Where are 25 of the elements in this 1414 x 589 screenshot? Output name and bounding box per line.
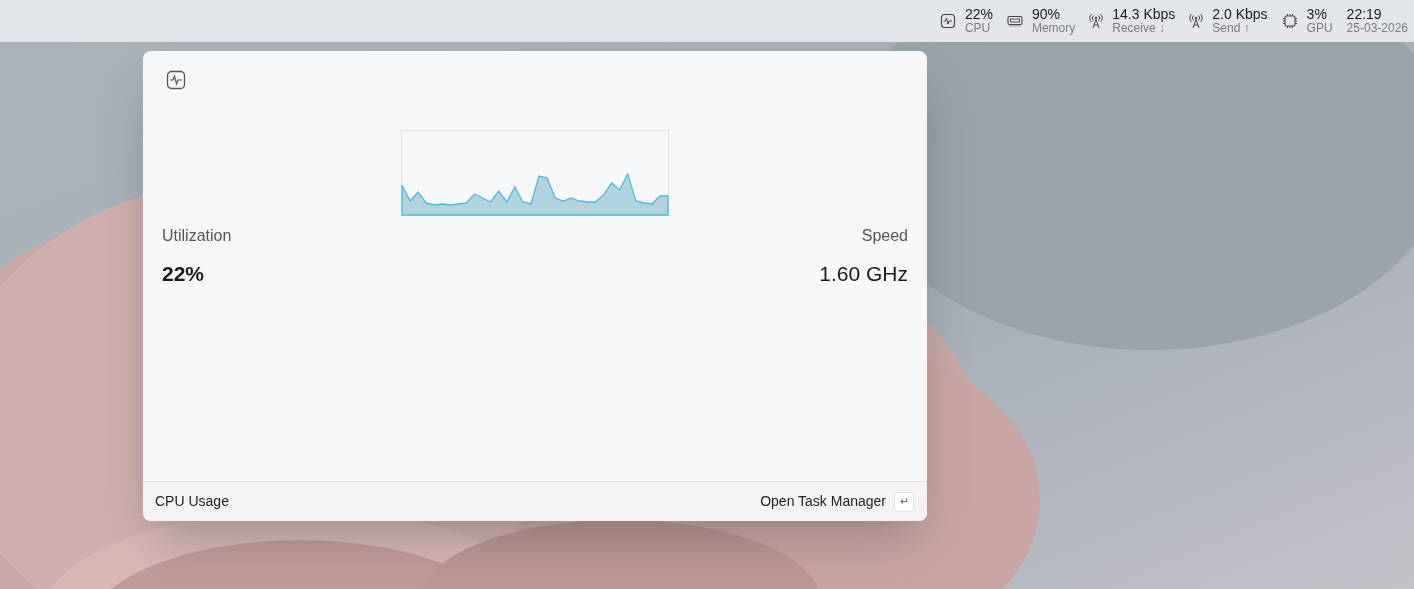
clock-time: 22:19 (1346, 6, 1383, 23)
antenna-icon (1089, 13, 1104, 29)
stat-label: Receive ↓ (1112, 22, 1165, 36)
antenna-icon (1189, 13, 1204, 29)
footer-title: CPU Usage (155, 492, 229, 511)
chip-icon (1281, 13, 1298, 29)
open-task-manager-link[interactable]: Open Task Manager (760, 491, 886, 512)
stat-label: Utilization (162, 226, 232, 246)
stat-label: Memory (1031, 22, 1076, 36)
stat-label: CPU (964, 22, 992, 36)
pulse-icon (939, 13, 956, 29)
clock-date: 25-03-2026 (1346, 22, 1408, 36)
stat-value: 22% (162, 261, 205, 287)
stat-value: 14.3 Kbps (1112, 6, 1176, 23)
stat-value: 22% (964, 6, 993, 23)
memory-icon (1006, 15, 1023, 27)
stat-label: Speed (861, 226, 908, 246)
stat-label: Send ↑ (1212, 22, 1250, 36)
stat-label: GPU (1306, 22, 1333, 36)
stat-value: 3% (1306, 6, 1328, 23)
stat-value: 2.0 Kbps (1212, 6, 1268, 23)
stat-value: 1.60 GHz (819, 261, 908, 287)
enter-key-hint: ↵ (894, 491, 914, 512)
stat-value: 90% (1031, 6, 1061, 23)
pulse-icon (166, 70, 186, 90)
